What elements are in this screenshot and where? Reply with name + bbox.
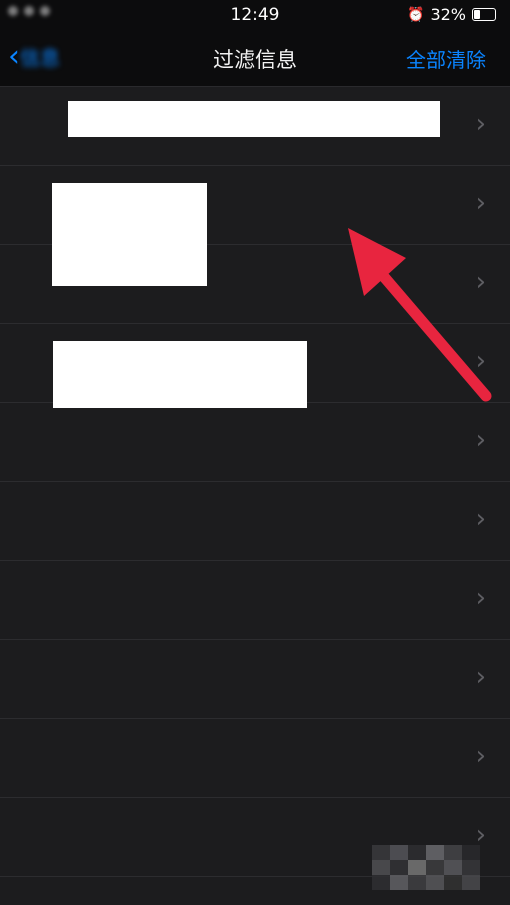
alarm-icon: ⏰	[407, 6, 425, 23]
chevron-right-icon: ›	[475, 583, 486, 613]
chevron-right-icon: ›	[475, 662, 486, 692]
list-item[interactable]: ›	[0, 640, 510, 719]
list-item[interactable]: ›	[0, 719, 510, 798]
chevron-right-icon: ›	[475, 267, 486, 297]
redaction-box	[52, 183, 207, 286]
battery-percent: 32%	[430, 5, 466, 24]
status-bar: 12:49 ⏰ 32%	[0, 0, 510, 30]
clear-all-button[interactable]: 全部清除	[406, 44, 486, 73]
navigation-bar: ‹ 信息 过滤信息 全部清除	[0, 30, 510, 87]
list-item[interactable]: ›	[0, 561, 510, 640]
battery-icon	[472, 8, 496, 21]
list-item[interactable]: ›	[0, 403, 510, 482]
redaction-box	[68, 101, 440, 137]
mosaic-watermark	[372, 845, 480, 890]
chevron-right-icon: ›	[475, 109, 486, 139]
chevron-right-icon: ›	[475, 188, 486, 218]
status-right: ⏰ 32%	[407, 5, 496, 24]
chevron-right-icon: ›	[475, 741, 486, 771]
chevron-right-icon: ›	[475, 425, 486, 455]
chevron-right-icon: ›	[475, 346, 486, 376]
redaction-box	[53, 341, 307, 408]
list-item[interactable]: ›	[0, 482, 510, 561]
chevron-right-icon: ›	[475, 504, 486, 534]
